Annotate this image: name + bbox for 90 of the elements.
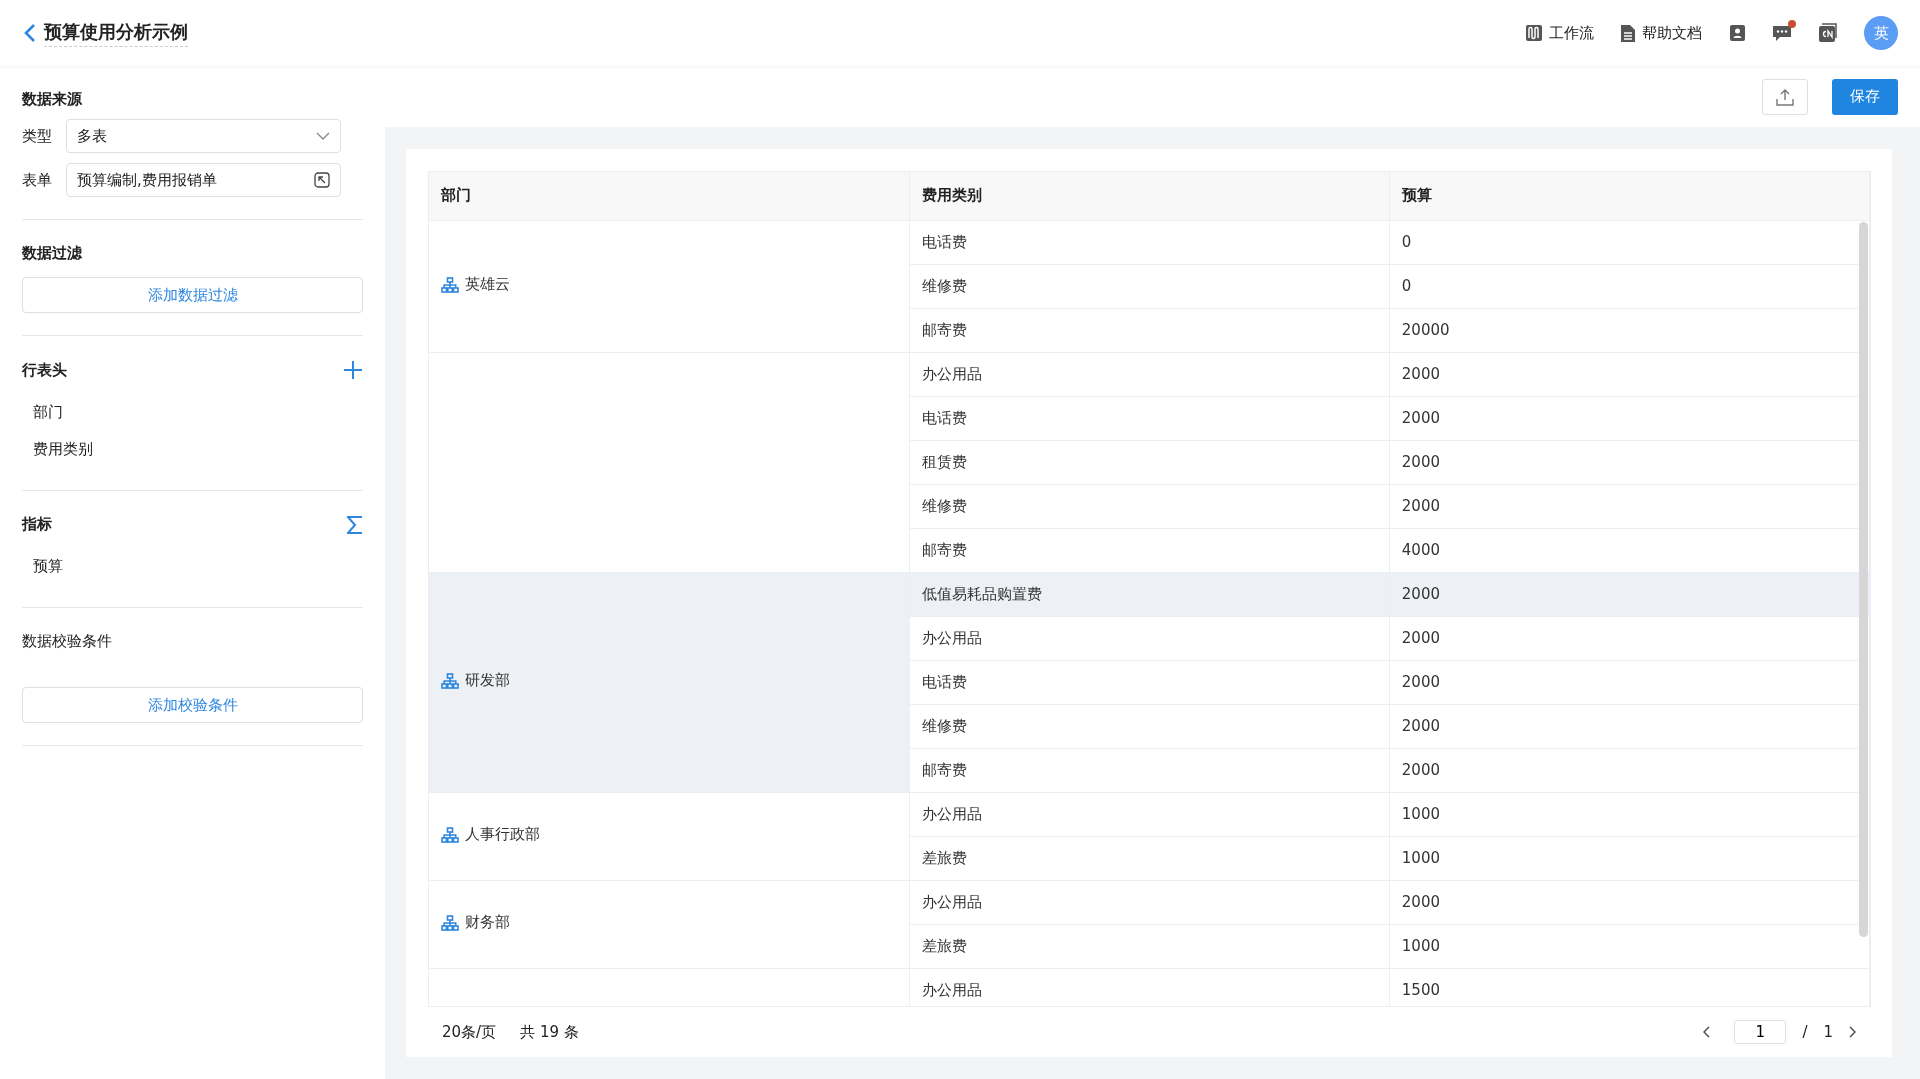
section-title: 数据过滤 [22,244,82,263]
table-cell: 2000 [1389,396,1870,440]
upload-icon [1776,87,1794,106]
table-cell: 电话费 [909,220,1390,264]
header-link[interactable]: 帮助文档 [1620,23,1702,43]
form-select[interactable]: 预算编制,费用报销单 [66,163,341,197]
page-input[interactable]: 1 [1734,1020,1787,1044]
field-label: 类型 [22,126,53,146]
sigma-icon [347,515,363,534]
table-cell: 办公用品 [909,616,1390,660]
flow-icon [1525,24,1543,42]
type-select[interactable]: 多表 [66,119,341,153]
org-chart-icon [441,826,459,843]
table-cell: 维修费 [909,704,1390,748]
section-title: 指标 [22,515,52,534]
chevron-left-icon [1702,1026,1711,1038]
field-label: 表单 [22,170,53,190]
table-cell: 1500 [1389,968,1870,1006]
add-button[interactable] [343,360,363,380]
add-filter-button[interactable]: 添加数据过滤 [22,277,363,313]
department-name: 英雄云 [465,275,510,295]
org-chart-icon [441,276,459,293]
org-chart-icon [441,672,459,689]
sum-button[interactable] [347,515,363,534]
back-button[interactable] [24,23,36,43]
table-cell: 差旅费 [909,836,1390,880]
export-button[interactable] [1762,78,1808,115]
page-title: 预算使用分析示例 [44,19,188,47]
document-icon [1620,23,1636,43]
table-cell: 2000 [1389,748,1870,792]
chat-icon [1772,24,1792,42]
column-header: 费用类别 [909,172,1390,220]
row-header-item[interactable]: 费用类别 [22,431,363,468]
table-cell: 维修费 [909,484,1390,528]
table-cell: 电话费 [909,396,1390,440]
table-cell: 4000 [1389,528,1870,572]
language-button[interactable] [1818,23,1838,43]
table-cell: 办公用品 [909,352,1390,396]
table-cell: 2000 [1389,352,1870,396]
page-size: 20条/页 [442,1022,497,1042]
table-cell: 2000 [1389,572,1870,616]
table-cell: 办公用品 [909,880,1390,924]
department-name: 人事行政部 [465,825,540,845]
table-cell: 邮寄费 [909,308,1390,352]
save-button[interactable]: 保存 [1832,78,1898,115]
table-cell: 2000 [1389,660,1870,704]
table-cell: 差旅费 [909,924,1390,968]
column-header: 预算 [1389,172,1870,220]
previous-page-button[interactable] [1702,1026,1711,1038]
column-header: 部门 [429,172,910,220]
back-icon [24,23,36,43]
org-chart-icon [441,914,459,931]
chevron-right-icon [1849,1026,1857,1038]
table-cell: 租赁费 [909,440,1390,484]
table-cell: 邮寄费 [909,748,1390,792]
table-cell: 电话费 [909,660,1390,704]
table-cell: 办公用品 [909,792,1390,836]
table-cell: 20000 [1389,308,1870,352]
chevron-down-icon [316,132,330,140]
table-cell: 低值易耗品购置费 [909,572,1390,616]
table-cell: 维修费 [909,264,1390,308]
plus-icon [343,360,363,380]
table-cell: 1000 [1389,792,1870,836]
table-cell: 2000 [1389,880,1870,924]
total-count: 共 19 条 [520,1022,579,1042]
metric-item[interactable]: 预算 [22,548,363,585]
next-page-button[interactable] [1849,1026,1857,1038]
page-count: 1 [1823,1023,1833,1041]
header-link[interactable]: 工作流 [1525,23,1594,43]
contacts-button[interactable] [1728,24,1746,42]
table-cell: 2000 [1389,704,1870,748]
table-cell: 1000 [1389,836,1870,880]
section-title: 数据来源 [22,90,83,109]
department-name: 财务部 [465,913,510,933]
table-cell: 1000 [1389,924,1870,968]
table-cell: 邮寄费 [909,528,1390,572]
page-separator: / [1802,1023,1808,1041]
row-header-item[interactable]: 部门 [22,394,363,431]
table-cell: 0 [1389,220,1870,264]
language-icon [1818,23,1838,43]
table-cell: 办公用品 [909,968,1390,1006]
add-condition-button[interactable]: 添加校验条件 [22,687,363,723]
table-cell: 0 [1389,264,1870,308]
table-cell: 2000 [1389,616,1870,660]
table-cell: 2000 [1389,440,1870,484]
contact-card-icon [1728,24,1746,42]
section-title: 数据校验条件 [22,632,112,651]
department-name: 研发部 [465,671,510,691]
section-title: 行表头 [22,360,67,380]
table-cell: 2000 [1389,484,1870,528]
